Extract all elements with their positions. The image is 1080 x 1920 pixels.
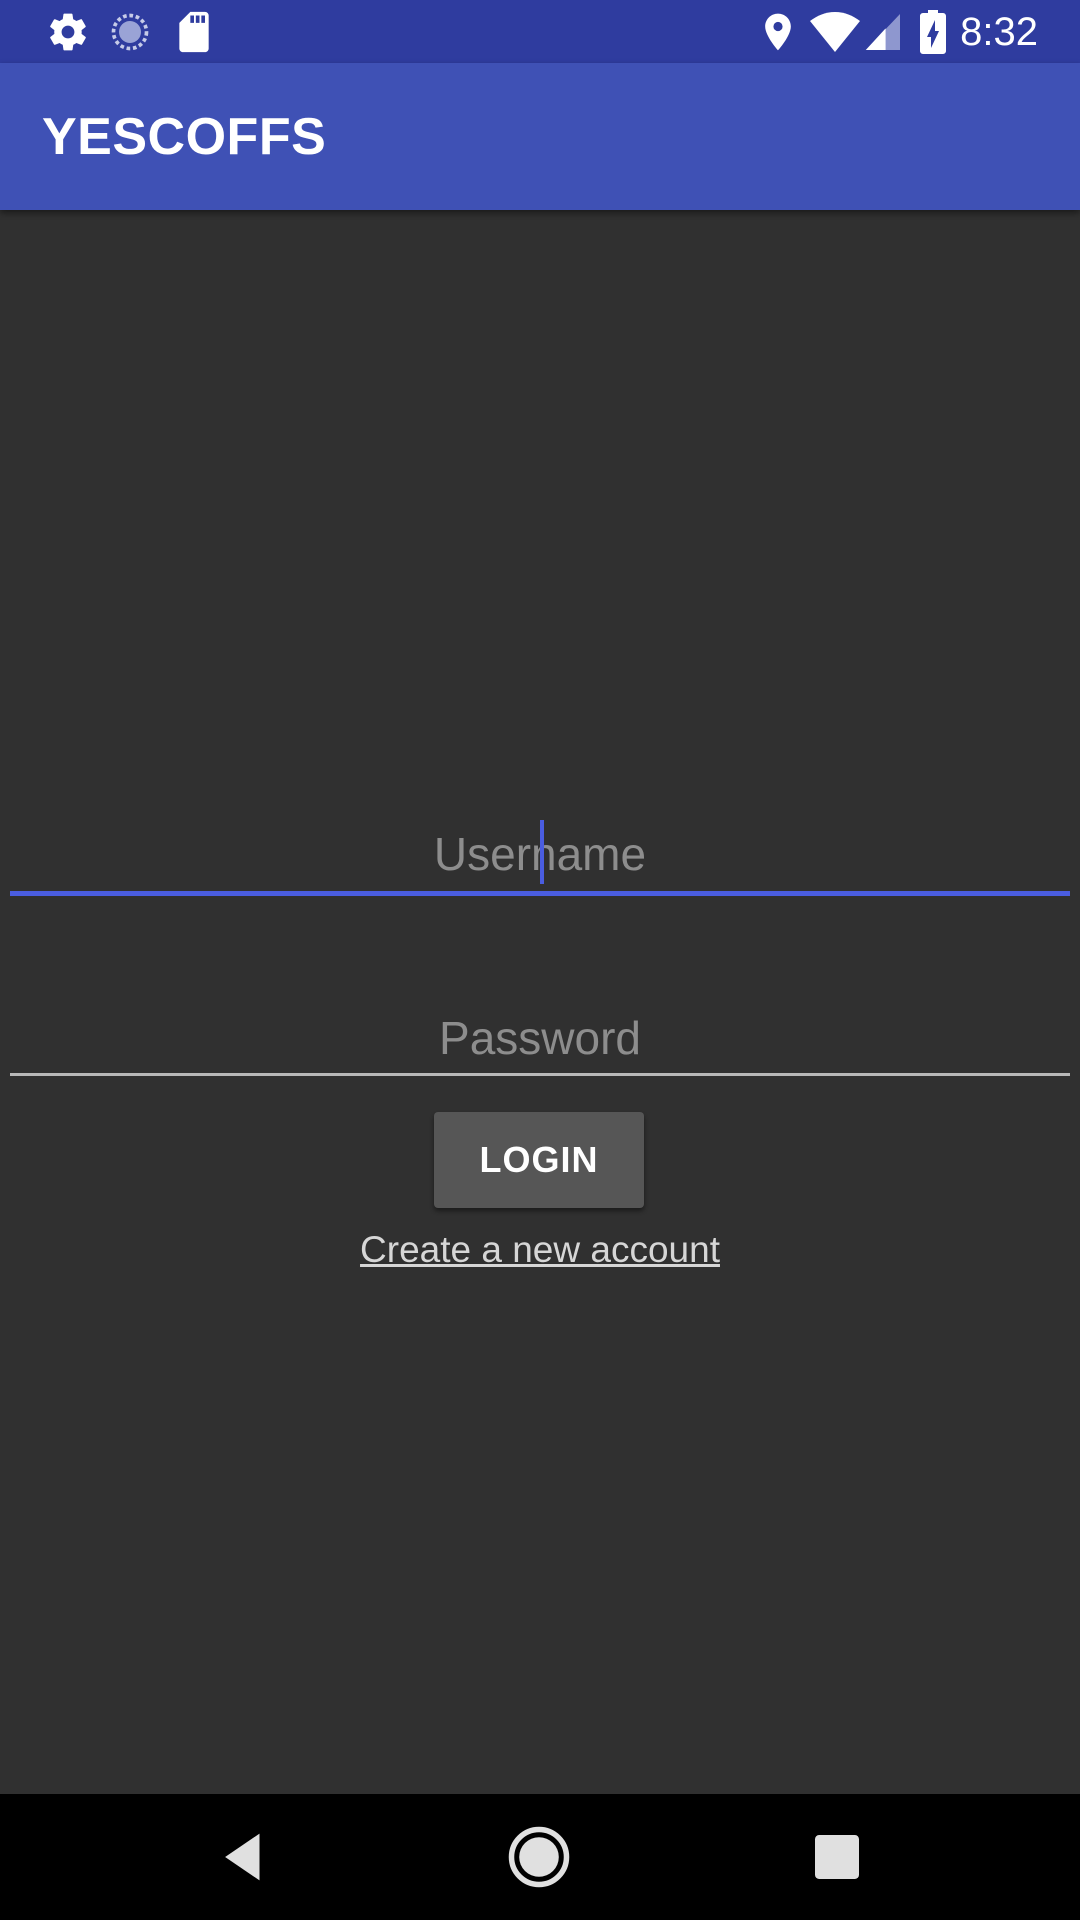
screen: 8:32 YESCOFFS Username Password LOGIN Cr… xyxy=(0,0,1080,1920)
battery-charging-icon xyxy=(920,10,946,54)
app-bar: YESCOFFS xyxy=(0,63,1080,210)
password-field[interactable]: Password xyxy=(10,1002,1070,1076)
nav-bar xyxy=(0,1794,1080,1920)
sd-card-icon xyxy=(179,11,209,53)
sync-spinner-icon xyxy=(111,13,149,51)
app-title: YESCOFFS xyxy=(42,108,327,166)
cell-signal-icon xyxy=(865,14,900,50)
text-cursor xyxy=(540,820,544,884)
wifi-icon xyxy=(810,12,860,52)
create-account-link[interactable]: Create a new account xyxy=(0,1224,1080,1276)
gear-icon xyxy=(50,13,86,51)
login-button[interactable]: LOGIN xyxy=(434,1112,644,1208)
status-bar: 8:32 xyxy=(0,0,1080,63)
home-icon[interactable] xyxy=(506,1824,572,1890)
password-placeholder: Password xyxy=(439,1012,641,1064)
password-underline xyxy=(10,1073,1070,1076)
clock-time: 8:32 xyxy=(960,10,1038,54)
location-icon xyxy=(765,13,791,51)
recents-icon[interactable] xyxy=(804,1824,870,1890)
back-icon[interactable] xyxy=(210,1824,276,1890)
username-field[interactable]: Username xyxy=(10,820,1070,896)
username-underline xyxy=(10,891,1070,896)
